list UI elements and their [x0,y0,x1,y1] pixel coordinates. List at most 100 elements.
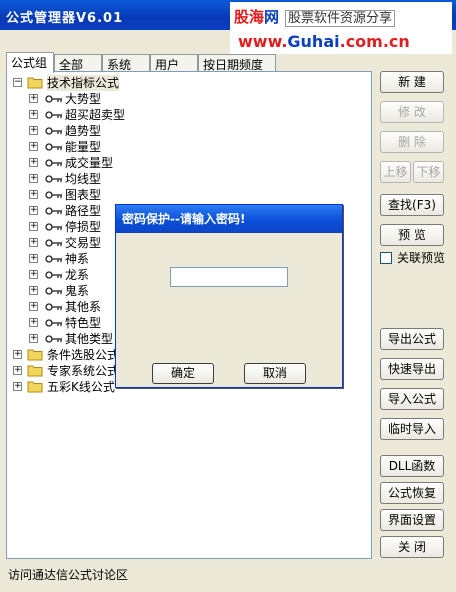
tree-item-label: 龙系 [65,268,90,282]
tree-group-label: 专家系统公式 [47,364,120,378]
tree-node-label: 技术指标公式 [47,75,120,91]
expand-icon[interactable]: + [29,254,38,263]
tree-item[interactable]: + 图表型 [7,187,367,203]
key-icon [45,271,62,279]
key-icon [45,111,62,119]
restore-button[interactable]: 公式恢复 [380,482,444,504]
linked-preview-checkbox[interactable] [380,252,392,264]
tree-item-label: 大势型 [65,92,102,106]
folder-open-icon [27,77,43,89]
preview-button[interactable]: 预 览 [380,224,444,246]
tree-node-root[interactable]: − 技术指标公式 [7,75,367,91]
tree-item[interactable]: + 超买超卖型 [7,107,367,123]
expand-icon[interactable]: + [29,94,38,103]
expand-icon[interactable]: + [29,142,38,151]
password-input[interactable] [170,267,288,287]
dialog-title: 密码保护--请输入密码! [116,205,342,233]
find-button[interactable]: 查找(F3) [380,194,444,216]
password-dialog: 密码保护--请输入密码! 确定 取消 [115,204,343,388]
key-icon [45,207,62,215]
tree-item[interactable]: + 大势型 [7,91,367,107]
key-icon [45,319,62,327]
folder-icon [27,365,43,377]
expand-icon[interactable]: + [29,334,38,343]
forum-link[interactable]: 访问通达信公式讨论区 [8,566,128,583]
key-icon [45,255,62,263]
watermark-brand: 股海网 股票软件资源分享 [234,6,396,27]
key-icon [45,239,62,247]
tab-by-date-frequency[interactable]: 按日期频度 [198,54,276,72]
key-icon [45,335,62,343]
key-icon [45,127,62,135]
tree-item-label: 成交量型 [65,156,114,170]
move-up-button[interactable]: 上移 [380,161,411,183]
tab-formula-group[interactable]: 公式组 [6,52,54,73]
quick-export-button[interactable]: 快速导出 [380,358,444,380]
tree-item-label: 其他类型 [65,332,114,346]
expand-icon[interactable]: + [29,270,38,279]
modify-button[interactable]: 修 改 [380,101,444,123]
tree-item[interactable]: + 成交量型 [7,155,367,171]
expand-icon[interactable]: + [13,366,22,375]
tab-system[interactable]: 系统 [102,54,150,72]
watermark-url: www.Guhai.com.cn [238,32,410,51]
key-icon [45,223,62,231]
key-icon [45,287,62,295]
key-icon [45,175,62,183]
linked-preview-label: 关联预览 [397,251,446,265]
tree-item-label: 交易型 [65,236,102,250]
tree-item[interactable]: + 能量型 [7,139,367,155]
export-button[interactable]: 导出公式 [380,328,444,350]
tree-item[interactable]: + 趋势型 [7,123,367,139]
expand-icon[interactable]: + [29,158,38,167]
expand-icon[interactable]: + [29,110,38,119]
temp-import-button[interactable]: 临时导入 [380,418,444,440]
tab-user[interactable]: 用户 [150,54,198,72]
delete-button[interactable]: 删 除 [380,131,444,153]
expand-icon[interactable]: + [13,350,22,359]
expand-icon[interactable]: + [13,382,22,391]
tree-item-label: 其他系 [65,300,102,314]
folder-icon [27,349,43,361]
tree-item-label: 均线型 [65,172,102,186]
dll-button[interactable]: DLL函数 [380,455,444,477]
tree-item-label: 停损型 [65,220,102,234]
key-icon [45,191,62,199]
close-button[interactable]: 关 闭 [380,536,444,558]
expand-icon[interactable]: + [29,174,38,183]
cancel-button[interactable]: 取消 [244,363,306,384]
brand-part-b: 网 [264,8,280,26]
ui-settings-button[interactable]: 界面设置 [380,509,444,531]
expand-icon[interactable]: + [29,206,38,215]
expand-icon[interactable]: + [29,238,38,247]
expand-icon[interactable]: + [29,190,38,199]
expand-icon[interactable]: + [29,126,38,135]
key-icon [45,95,62,103]
tab-all[interactable]: 全部 [54,54,102,72]
ok-button[interactable]: 确定 [152,363,214,384]
expand-icon[interactable]: + [29,286,38,295]
expand-icon[interactable]: + [29,318,38,327]
tree-group-label: 条件选股公式 [47,348,120,362]
move-down-button[interactable]: 下移 [413,161,444,183]
tree-item-label: 趋势型 [65,124,102,138]
key-icon [45,143,62,151]
brand-tagline: 股票软件资源分享 [285,10,396,27]
tree-item-label: 能量型 [65,140,102,154]
expand-icon[interactable]: + [29,222,38,231]
tree-item[interactable]: + 均线型 [7,171,367,187]
tree-item-label: 路径型 [65,204,102,218]
tree-item-label: 特色型 [65,316,102,330]
url-part-a: www. [238,32,288,51]
expand-icon[interactable]: + [29,302,38,311]
watermark-banner: 股海网 股票软件资源分享 www.Guhai.com.cn [230,2,452,54]
tree-item-label: 神系 [65,252,90,266]
import-button[interactable]: 导入公式 [380,388,444,410]
tree-group-label: 五彩K线公式 [47,380,115,394]
tree-item-label: 超买超卖型 [65,108,126,122]
new-button[interactable]: 新 建 [380,71,444,93]
folder-icon [27,381,43,393]
key-icon [45,159,62,167]
window-title: 公式管理器V6.01 [6,11,124,26]
collapse-icon[interactable]: − [13,78,22,87]
